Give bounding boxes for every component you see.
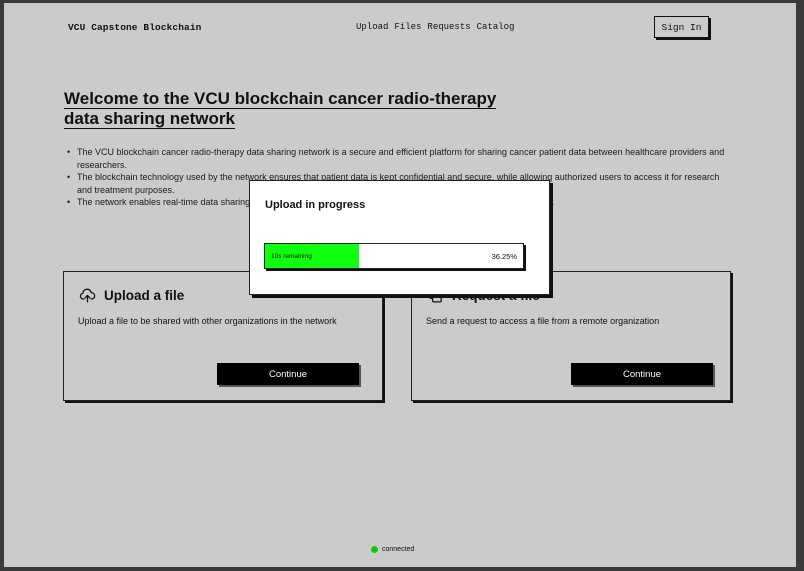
- progress-percent-label: 36.25%: [491, 252, 517, 261]
- status-label: connected: [382, 546, 415, 553]
- connection-status: connected: [371, 546, 414, 553]
- upload-card-description: Upload a file to be shared with other or…: [78, 316, 337, 326]
- upload-card-header: Upload a file: [79, 287, 184, 304]
- nav-upload[interactable]: Upload: [356, 22, 388, 32]
- top-nav: Upload Files Requests Catalog: [356, 22, 514, 32]
- sign-in-button[interactable]: Sign In: [654, 16, 709, 38]
- bullet-item: The VCU blockchain cancer radio-therapy …: [67, 146, 727, 171]
- upload-card-title: Upload a file: [104, 288, 185, 303]
- request-continue-button[interactable]: Continue: [571, 363, 713, 385]
- upload-cloud-icon: [79, 287, 96, 304]
- page-title-line2: data sharing network: [64, 109, 235, 129]
- progress-remaining-label: 10s remaining: [271, 253, 312, 260]
- upload-progress-bar: 10s remaining 36.25%: [264, 243, 524, 269]
- app-window: VCU Capstone Blockchain Upload Files Req…: [4, 3, 796, 567]
- nav-files[interactable]: Files: [394, 22, 421, 32]
- upload-continue-button[interactable]: Continue: [217, 363, 359, 385]
- upload-progress-modal: Upload in progress 10s remaining 36.25%: [249, 180, 550, 295]
- brand-title: VCU Capstone Blockchain: [68, 22, 202, 33]
- modal-title: Upload in progress: [265, 199, 366, 211]
- page-title-line1: Welcome to the VCU blockchain cancer rad…: [64, 89, 497, 109]
- nav-catalog[interactable]: Catalog: [477, 22, 515, 32]
- nav-requests[interactable]: Requests: [427, 22, 470, 32]
- page-title: Welcome to the VCU blockchain cancer rad…: [64, 89, 524, 129]
- request-card-description: Send a request to access a file from a r…: [426, 316, 660, 326]
- status-dot-icon: [371, 546, 378, 553]
